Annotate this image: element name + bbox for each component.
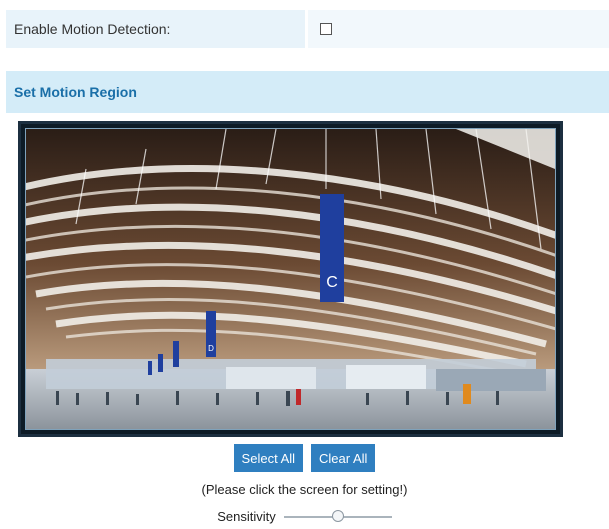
sensitivity-row: Sensitivity — [0, 509, 609, 524]
enable-motion-checkbox[interactable] — [320, 23, 332, 35]
motion-region-video-frame[interactable]: C D — [18, 121, 563, 437]
enable-motion-label: Enable Motion Detection: — [6, 10, 308, 48]
setting-hint: (Please click the screen for setting!) — [201, 482, 408, 497]
sensitivity-slider[interactable] — [283, 509, 392, 524]
section-header-motion-region: Set Motion Region — [6, 71, 609, 113]
camera-preview[interactable]: C D — [25, 128, 556, 430]
select-all-button[interactable]: Select All — [233, 444, 304, 472]
sign-c-label: C — [326, 274, 338, 291]
enable-motion-value-cell — [308, 10, 609, 48]
sign-d-label: D — [208, 344, 214, 353]
clear-all-button[interactable]: Clear All — [311, 444, 376, 472]
sensitivity-label: Sensitivity — [217, 509, 276, 524]
enable-motion-row: Enable Motion Detection: — [6, 10, 609, 48]
region-actions: Select All Clear All — [0, 444, 609, 472]
airport-terminal-image: C D — [26, 129, 555, 429]
sensitivity-slider-thumb[interactable] — [331, 509, 344, 522]
